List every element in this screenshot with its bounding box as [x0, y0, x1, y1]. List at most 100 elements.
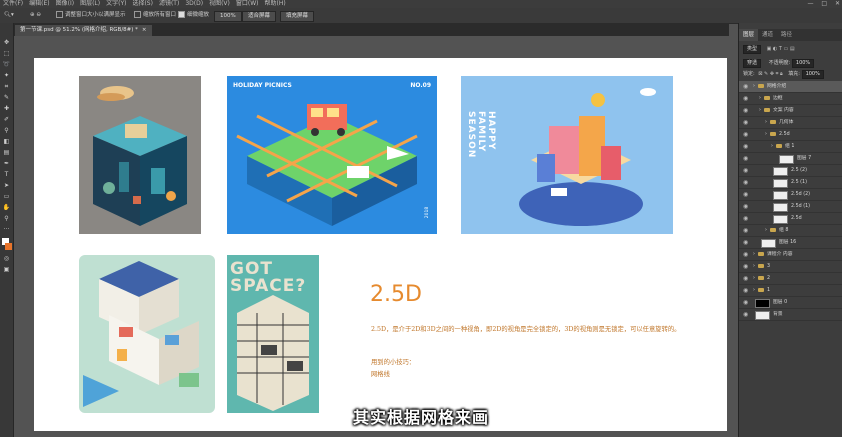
background-color-swatch[interactable]: [5, 243, 12, 250]
fill-screen-button[interactable]: 填充屏幕: [280, 11, 315, 22]
healing-brush-tool-icon[interactable]: ✚: [2, 105, 11, 113]
layer-row[interactable]: ◉ 2.5 (2): [739, 165, 842, 177]
lock-icons[interactable]: ⊠ ✎ ✥ ⌗ 🔒︎: [758, 71, 782, 77]
close-window-button[interactable]: ✕: [835, 0, 840, 7]
expand-arrow-icon[interactable]: ›: [765, 225, 767, 236]
layer-row[interactable]: ◉ › 网格介绍: [739, 81, 842, 93]
expand-arrow-icon[interactable]: ›: [759, 105, 761, 116]
scrubby-zoom-option[interactable]: 细微缩放: [178, 11, 209, 20]
expand-arrow-icon[interactable]: ›: [753, 81, 755, 92]
crop-tool-icon[interactable]: ⌗: [2, 83, 11, 91]
menu-window[interactable]: 窗口(W): [233, 0, 262, 8]
gradient-tool-icon[interactable]: ▤: [2, 149, 11, 157]
visibility-eye-icon[interactable]: ◉: [743, 309, 748, 320]
zoom-tool-icon[interactable]: 🔍︎▾: [4, 11, 14, 20]
menu-type[interactable]: 文字(Y): [103, 0, 129, 8]
quick-mask-icon[interactable]: ◎: [2, 255, 11, 263]
expand-arrow-icon[interactable]: ›: [771, 141, 773, 152]
visibility-eye-icon[interactable]: ◉: [743, 81, 748, 92]
layer-row[interactable]: ◉ › 几何体: [739, 117, 842, 129]
clone-stamp-tool-icon[interactable]: ⚲: [2, 127, 11, 135]
visibility-eye-icon[interactable]: ◉: [743, 153, 748, 164]
expand-arrow-icon[interactable]: ›: [765, 129, 767, 140]
tab-paths[interactable]: 路径: [777, 29, 796, 41]
visibility-eye-icon[interactable]: ◉: [743, 93, 748, 104]
marquee-tool-icon[interactable]: ⬚: [2, 50, 11, 58]
layer-row[interactable]: ◉ › 组 1: [739, 141, 842, 153]
menu-select[interactable]: 选择(S): [129, 0, 156, 8]
move-tool-icon[interactable]: ✥: [2, 39, 11, 47]
path-select-tool-icon[interactable]: ➤: [2, 182, 11, 190]
layer-row[interactable]: ◉ 图层 0: [739, 297, 842, 309]
visibility-eye-icon[interactable]: ◉: [743, 237, 748, 248]
layer-filter-select[interactable]: 类型: [743, 45, 762, 54]
menu-image[interactable]: 图像(I): [53, 0, 77, 8]
zoom-all-option[interactable]: 缩放所有窗口: [134, 11, 176, 20]
blend-mode-select[interactable]: 穿透: [743, 59, 762, 68]
menu-file[interactable]: 文件(F): [0, 0, 26, 8]
menu-layer[interactable]: 图层(L): [77, 0, 103, 8]
zoom-in-icon[interactable]: ⊕ ⊖: [30, 11, 41, 20]
screen-mode-icon[interactable]: ▣: [2, 266, 11, 274]
expand-arrow-icon[interactable]: ›: [753, 261, 755, 272]
layer-row[interactable]: ◉ › 课程介 内容: [739, 249, 842, 261]
menu-edit[interactable]: 编辑(E): [26, 0, 52, 8]
layer-row[interactable]: ◉ 图层 16: [739, 237, 842, 249]
layer-row[interactable]: ◉ 2.5 (1): [739, 177, 842, 189]
brush-tool-icon[interactable]: ✐: [2, 116, 11, 124]
minimize-button[interactable]: —: [807, 0, 813, 7]
layer-row[interactable]: ◉ 背景: [739, 309, 842, 321]
visibility-eye-icon[interactable]: ◉: [743, 141, 748, 152]
fill-field[interactable]: 100%: [801, 70, 824, 79]
menu-filter[interactable]: 滤镜(T): [156, 0, 182, 8]
menu-3d[interactable]: 3D(D): [182, 0, 206, 8]
expand-arrow-icon[interactable]: ›: [759, 93, 761, 104]
visibility-eye-icon[interactable]: ◉: [743, 201, 748, 212]
magic-wand-tool-icon[interactable]: ✦: [2, 72, 11, 80]
visibility-eye-icon[interactable]: ◉: [743, 117, 748, 128]
visibility-eye-icon[interactable]: ◉: [743, 177, 748, 188]
filter-icons[interactable]: ▣ ◐ T ▭ ▤: [767, 46, 795, 52]
visibility-eye-icon[interactable]: ◉: [743, 165, 748, 176]
visibility-eye-icon[interactable]: ◉: [743, 189, 748, 200]
expand-arrow-icon[interactable]: ›: [753, 285, 755, 296]
visibility-eye-icon[interactable]: ◉: [743, 249, 748, 260]
lasso-tool-icon[interactable]: ➰: [2, 61, 11, 69]
visibility-eye-icon[interactable]: ◉: [743, 285, 748, 296]
visibility-eye-icon[interactable]: ◉: [743, 273, 748, 284]
visibility-eye-icon[interactable]: ◉: [743, 105, 748, 116]
maximize-button[interactable]: □: [821, 0, 827, 7]
more-tools-icon[interactable]: ···: [2, 226, 11, 234]
layer-row[interactable]: ◉ › 2.5d: [739, 129, 842, 141]
layer-row[interactable]: ◉ › 3: [739, 261, 842, 273]
menu-help[interactable]: 帮助(H): [262, 0, 289, 8]
layer-row[interactable]: ◉ 图层 7: [739, 153, 842, 165]
layer-row[interactable]: ◉ › 组 8: [739, 225, 842, 237]
eyedropper-tool-icon[interactable]: ✎: [2, 94, 11, 102]
visibility-eye-icon[interactable]: ◉: [743, 129, 748, 140]
tab-layers[interactable]: 图层: [739, 29, 759, 41]
eraser-tool-icon[interactable]: ◧: [2, 138, 11, 146]
layer-row[interactable]: ◉ › 2: [739, 273, 842, 285]
opacity-field[interactable]: 100%: [791, 59, 815, 68]
resize-windows-option[interactable]: 调整窗口大小以满屏显示: [56, 11, 126, 20]
fit-screen-button[interactable]: 适合屏幕: [242, 11, 277, 22]
visibility-eye-icon[interactable]: ◉: [743, 261, 748, 272]
expand-arrow-icon[interactable]: ›: [753, 273, 755, 284]
layer-row[interactable]: ◉ 2.5d (2): [739, 189, 842, 201]
document-tab[interactable]: 第一节课.psd @ 51.2% (网格介绍, RGB/8#) * ×: [15, 25, 152, 36]
expand-arrow-icon[interactable]: ›: [753, 249, 755, 260]
zoom-value-field[interactable]: 100%: [214, 11, 242, 22]
visibility-eye-icon[interactable]: ◉: [743, 213, 748, 224]
layer-row[interactable]: ◉ › 1: [739, 285, 842, 297]
close-tab-icon[interactable]: ×: [142, 27, 147, 33]
layer-row[interactable]: ◉ › 边框: [739, 93, 842, 105]
pen-tool-icon[interactable]: ✒: [2, 160, 11, 168]
tab-channels[interactable]: 通道: [758, 29, 777, 41]
zoom-tool-icon[interactable]: ⚲: [2, 215, 11, 223]
menu-view[interactable]: 视图(V): [206, 0, 233, 8]
visibility-eye-icon[interactable]: ◉: [743, 225, 748, 236]
layer-row[interactable]: ◉ 2.5d (1): [739, 201, 842, 213]
hand-tool-icon[interactable]: ✋: [2, 204, 11, 212]
text-tool-icon[interactable]: T: [2, 171, 11, 179]
